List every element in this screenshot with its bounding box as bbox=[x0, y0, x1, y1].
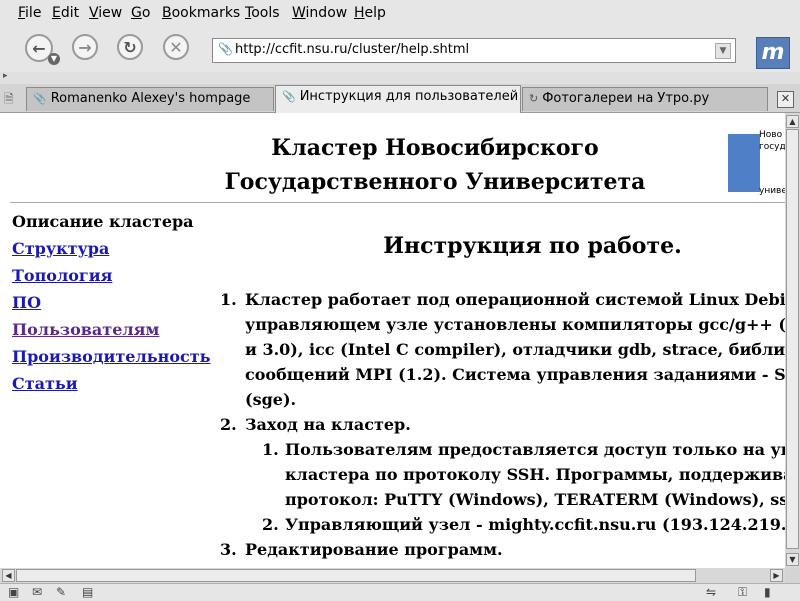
tab-label: Romanenko Alexey's hompage bbox=[50, 91, 251, 106]
forward-button[interactable]: → bbox=[72, 34, 98, 60]
list-number: 1. bbox=[220, 290, 237, 309]
sidebar-link-software[interactable]: ПО bbox=[12, 293, 41, 312]
loading-icon: ↻ bbox=[529, 92, 539, 105]
stop-button[interactable]: ✕ bbox=[163, 34, 189, 60]
mail-icon[interactable]: ✉ bbox=[32, 585, 42, 599]
list-text: Редактирование программ. bbox=[245, 540, 503, 559]
menu-tools[interactable]: Tools bbox=[245, 5, 280, 21]
scroll-right-icon[interactable]: ▶ bbox=[770, 569, 783, 582]
sidebar-heading: Описание кластера bbox=[12, 212, 194, 231]
list-number: 1. bbox=[262, 440, 279, 459]
menu-edit[interactable]: Edit bbox=[52, 5, 79, 21]
menu-bar: File Edit View Go Bookmarks Tools Window… bbox=[0, 0, 800, 26]
site-title-line2: Государственного Университета bbox=[224, 169, 646, 195]
close-tab-icon[interactable]: ✕ bbox=[777, 91, 794, 108]
scroll-up-icon[interactable]: ▲ bbox=[786, 115, 799, 128]
tab-bar: 🗎 📎 Romanenko Alexey's hompage 📎 Инструкци… bbox=[0, 84, 800, 113]
navigator-icon[interactable]: ▣ bbox=[8, 585, 19, 599]
navigation-toolbar: ← ▼ → ↻ ✕ 📎 ▼ bbox=[0, 26, 800, 73]
address-bar[interactable]: 📎 ▼ bbox=[212, 38, 736, 63]
list-text: Пользователям предоставляется доступ тол… bbox=[285, 440, 785, 459]
tab-label: Инструкция для пользователей bbox=[299, 89, 519, 104]
tab-romanenko[interactable]: 📎 Romanenko Alexey's hompage bbox=[26, 87, 274, 111]
scroll-thumb[interactable] bbox=[786, 129, 799, 549]
list-text: Управляющий узел - mighty.ccfit.nsu.ru (… bbox=[285, 515, 785, 534]
vertical-scrollbar[interactable]: ▲ ▼ bbox=[785, 113, 800, 568]
url-dropdown-icon[interactable]: ▼ bbox=[715, 43, 731, 59]
menu-help[interactable]: Help bbox=[354, 5, 386, 21]
list-text: (sge). bbox=[245, 390, 297, 409]
arrow-left-icon: ← bbox=[32, 38, 46, 58]
logo-text: униве bbox=[759, 186, 785, 196]
sidebar-link-topology[interactable]: Топология bbox=[12, 266, 112, 285]
tab-photogallery[interactable]: ↻ Фотогалереи на Утро.ру bbox=[522, 87, 768, 111]
list-item: 2. Заход на кластер. bbox=[220, 412, 780, 437]
list-number: 2. bbox=[220, 415, 237, 434]
list-text: управляющем узле установлены компиляторы… bbox=[245, 315, 785, 334]
list-text: Кластер работает под операционной систем… bbox=[245, 290, 785, 309]
new-tab-icon[interactable]: 🗎 bbox=[4, 90, 20, 106]
sidebar-link-structure[interactable]: Структура bbox=[12, 239, 109, 258]
list-text: сообщений MPI (1.2). Система управления … bbox=[245, 365, 785, 384]
logo-text: госуд bbox=[759, 142, 785, 152]
menu-window[interactable]: Window bbox=[292, 5, 347, 21]
stop-icon: ✕ bbox=[169, 37, 183, 57]
list-number: 2. bbox=[262, 515, 279, 534]
sidebar-link-articles[interactable]: Статьи bbox=[12, 374, 78, 393]
list-subitem: 1. Пользователям предоставляется доступ … bbox=[262, 437, 785, 512]
toolbar-grippy[interactable]: ▸ bbox=[0, 71, 800, 84]
menu-view[interactable]: View bbox=[89, 5, 122, 21]
browser-logo-icon[interactable]: m bbox=[756, 37, 790, 69]
menu-bookmarks[interactable]: Bookmarks bbox=[162, 5, 240, 21]
list-item: 1. Кластер работает под операционной сис… bbox=[220, 287, 785, 417]
scroll-down-icon[interactable]: ▼ bbox=[786, 553, 799, 566]
tab-instruction[interactable]: 📎 Инструкция для пользователей bbox=[275, 85, 521, 113]
tab-label: Фотогалереи на Утро.ру bbox=[542, 91, 710, 106]
building-icon bbox=[728, 134, 760, 192]
logo-text: Ново bbox=[759, 130, 783, 140]
addressbook-icon[interactable]: ▤ bbox=[82, 585, 93, 599]
sidebar-link-performance[interactable]: Производительность bbox=[12, 347, 211, 366]
composer-icon[interactable]: ✎ bbox=[56, 585, 66, 599]
scroll-left-icon[interactable]: ◀ bbox=[2, 569, 15, 582]
list-text: Заход на кластер. bbox=[245, 415, 411, 434]
page-content: Кластер Новосибирского Государственного … bbox=[0, 113, 785, 568]
security-lock-icon[interactable]: ⚿ bbox=[738, 585, 747, 600]
list-number: 3. bbox=[220, 540, 237, 559]
list-text: кластера по протоколу SSH. Программы, по… bbox=[285, 465, 785, 484]
scroll-thumb[interactable] bbox=[16, 569, 696, 582]
horizontal-scrollbar[interactable]: ◀ ▶ bbox=[0, 568, 785, 583]
list-subitem: 2. Управляющий узел - mighty.ccfit.nsu.r… bbox=[262, 512, 785, 537]
back-history-dropdown-icon[interactable]: ▼ bbox=[48, 53, 60, 65]
page-icon: 📎 bbox=[282, 90, 296, 103]
menu-go[interactable]: Go bbox=[131, 5, 150, 21]
arrow-right-icon: → bbox=[78, 37, 92, 57]
page-icon: 📎 bbox=[33, 92, 47, 105]
page-icon: 📎 bbox=[218, 42, 233, 56]
site-title-line1: Кластер Новосибирского bbox=[271, 135, 599, 161]
list-item: 3. Редактирование программ. bbox=[220, 537, 780, 562]
connection-icon: ⇋ bbox=[706, 585, 717, 599]
popup-blocker-icon[interactable]: ▮ bbox=[764, 585, 771, 599]
scroll-corner bbox=[785, 568, 800, 583]
site-title: Кластер Новосибирского Государственного … bbox=[200, 131, 670, 199]
url-input[interactable] bbox=[235, 42, 705, 57]
sidebar-link-users[interactable]: Пользователям bbox=[12, 320, 159, 339]
list-text: протокол: PuTTY (Windows), TERATERM (Win… bbox=[285, 490, 785, 509]
status-bar: ▣ ✉ ✎ ▤ ⇋ ⚿ ▮ bbox=[0, 583, 800, 601]
list-text: и 3.0), icc (Intel C compiler), отладчик… bbox=[245, 340, 785, 359]
reload-icon: ↻ bbox=[123, 37, 137, 57]
page-heading: Инструкция по работе. bbox=[383, 233, 682, 259]
divider bbox=[10, 202, 785, 203]
university-logo[interactable]: Ново госуд униве bbox=[728, 128, 785, 198]
grippy-icon: ▸ bbox=[3, 71, 8, 81]
reload-button[interactable]: ↻ bbox=[117, 34, 143, 60]
menu-file[interactable]: File bbox=[18, 5, 41, 21]
